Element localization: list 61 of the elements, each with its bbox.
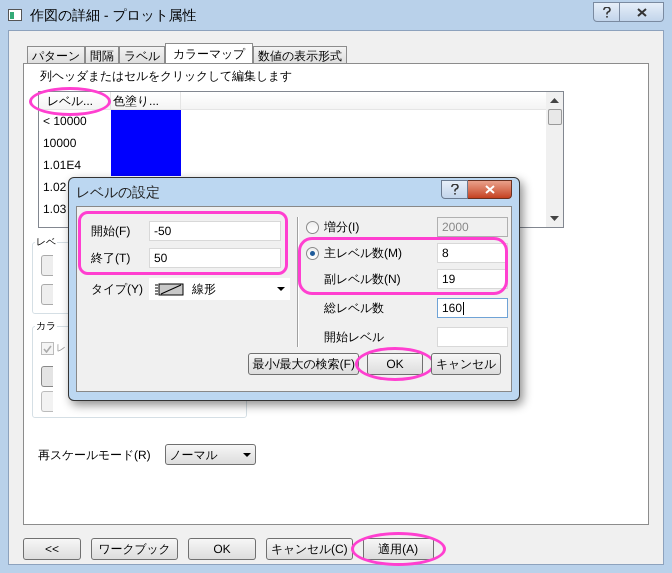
dialog-button[interactable]: 最小/最大の検索(F) <box>248 353 359 375</box>
dialog-button[interactable]: ワークブック <box>91 538 178 560</box>
scroll-up-icon[interactable] <box>550 98 559 103</box>
help-button[interactable] <box>593 2 620 22</box>
help-button[interactable] <box>441 180 468 198</box>
table-cell-text: 1.02 <box>43 179 66 196</box>
tab[interactable]: パターン <box>27 46 85 63</box>
window-title: 作図の詳細 - プロット属性 <box>30 6 196 24</box>
window-icon <box>8 9 22 21</box>
option-label: 開始レベル <box>324 329 385 346</box>
help-icon <box>602 6 610 18</box>
dialog-button[interactable]: キャンセル(C) <box>266 538 353 560</box>
dialog-button[interactable]: 適用(A) <box>362 538 434 560</box>
field-label: 終了(T) <box>91 250 132 267</box>
input-field[interactable]: 160 <box>437 298 508 318</box>
tab[interactable]: ラベル <box>119 46 165 63</box>
blank-button[interactable] <box>41 255 53 276</box>
option-label: 副レベル数(N) <box>324 271 402 288</box>
column-header[interactable]: レベル... <box>39 92 111 110</box>
close-button[interactable] <box>620 2 664 22</box>
dropdown-arrow-icon <box>277 287 285 291</box>
type-dropdown[interactable]: 線形 <box>149 278 290 300</box>
close-icon <box>636 8 646 16</box>
option-label: 主レベル数(M) <box>324 245 403 262</box>
dialog-button[interactable]: キャンセル <box>431 353 501 375</box>
dialog-button[interactable]: << <box>23 538 81 560</box>
field-label: 開始(F) <box>91 223 132 240</box>
rescale-dropdown[interactable]: ノーマル <box>164 444 256 465</box>
dialog-button[interactable]: OK <box>367 353 423 375</box>
tab[interactable]: 数値の表示形式 <box>253 46 347 63</box>
field-label: タイプ(Y) <box>91 281 144 298</box>
input-field[interactable] <box>437 327 508 347</box>
input-field[interactable]: 8 <box>437 243 508 263</box>
hint-text: 列ヘッダまたはセルをクリックして編集します <box>39 68 293 85</box>
tab[interactable]: カラーマップ <box>165 43 253 63</box>
input-field[interactable]: 50 <box>149 248 281 268</box>
dropdown-arrow-icon <box>242 452 251 456</box>
option-label: 増分(I) <box>324 219 360 236</box>
table-cell-text: 1.03 <box>43 201 66 218</box>
table-cell-text: 10000 <box>43 135 76 152</box>
help-icon <box>450 184 458 194</box>
check-icon <box>43 344 52 352</box>
scroll-down-icon[interactable] <box>550 216 559 221</box>
checkbox-label: レ <box>56 342 66 356</box>
radio-button[interactable] <box>306 246 319 260</box>
linear-scale-icon <box>154 282 184 296</box>
close-icon <box>484 184 494 194</box>
blank-button[interactable] <box>41 366 53 387</box>
scroll-thumb[interactable] <box>548 109 562 125</box>
tab[interactable]: 間隔 <box>85 46 119 63</box>
option-label: 総レベル数 <box>324 300 385 317</box>
input-field[interactable]: 19 <box>437 269 508 289</box>
input-field[interactable]: -50 <box>149 221 281 241</box>
dialog-button[interactable]: OK <box>188 538 256 560</box>
blank-button[interactable] <box>41 391 53 412</box>
close-button[interactable] <box>468 180 512 198</box>
table-cell-text: < 10000 <box>43 113 87 130</box>
blank-button[interactable] <box>41 284 53 305</box>
dialog-title: レベルの設定 <box>76 182 160 202</box>
table-cell-text: 1.01E4 <box>43 157 82 174</box>
rescale-label: 再スケールモード(R) <box>38 446 151 464</box>
